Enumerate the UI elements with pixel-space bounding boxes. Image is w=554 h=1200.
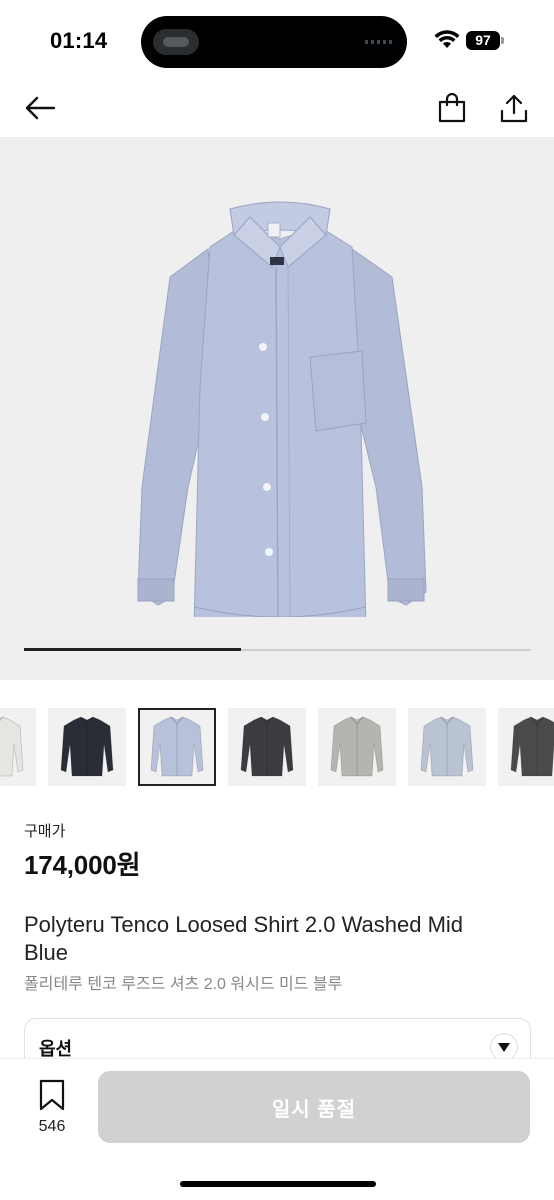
share-icon [500,94,528,123]
thumbnail[interactable] [138,708,216,786]
thumbnail-shirt-image [240,716,294,777]
arrow-left-icon [25,96,56,120]
thumbnail[interactable] [318,708,396,786]
thumbnail-strip[interactable] [0,708,554,788]
carousel-progress [24,648,531,651]
product-title-korean: 폴리테루 텐코 루즈드 셔츠 2.0 워시드 미드 블루 [24,976,343,993]
camera-icon [153,29,199,55]
wifi-icon [434,30,460,48]
thumbnail[interactable] [408,708,486,786]
product-title: Polyteru Tenco Loosed Shirt 2.0 Washed M… [24,912,464,965]
bookmark-icon [39,1079,65,1111]
thumbnail[interactable] [228,708,306,786]
carousel-progress-fill [24,648,241,651]
price-label: 구매가 [24,823,66,840]
home-indicator [180,1181,376,1187]
thumbnail-shirt-image [330,716,384,777]
cart-button[interactable] [432,88,472,128]
product-image [137,201,427,617]
thumbnail-shirt-image [0,716,24,777]
battery-level: 97 [475,32,491,48]
thumbnail-shirt-image [60,716,114,777]
price: 174,000원 [24,850,141,880]
thumbnail[interactable] [48,708,126,786]
back-button[interactable] [20,88,60,128]
product-page: 01:14 97 구매가 174,000원 Polyteru Tenco Loo… [0,0,554,1200]
thumbnail[interactable] [498,708,554,786]
product-image-carousel[interactable] [0,137,554,680]
bookmark-button[interactable]: 546 [28,1079,76,1139]
status-time: 01:14 [50,28,108,53]
sold-out-button[interactable]: 일시 품절 [98,1071,530,1143]
bookmark-count: 546 [38,1118,66,1135]
indicator-dots [365,40,395,44]
thumbnail[interactable] [0,708,36,786]
bottom-action-bar: 546 일시 품절 [0,1058,554,1200]
battery-tip [501,37,504,44]
share-button[interactable] [494,88,534,128]
shopping-bag-icon [438,93,466,123]
dynamic-island [141,16,407,68]
status-bar: 01:14 97 [0,0,554,80]
thumbnail-shirt-image [150,716,204,777]
chevron-down-icon [490,1033,518,1061]
thumbnail-shirt-image [510,716,554,777]
top-nav [0,80,554,136]
thumbnail-shirt-image [420,716,474,777]
battery-icon: 97 [466,31,500,50]
